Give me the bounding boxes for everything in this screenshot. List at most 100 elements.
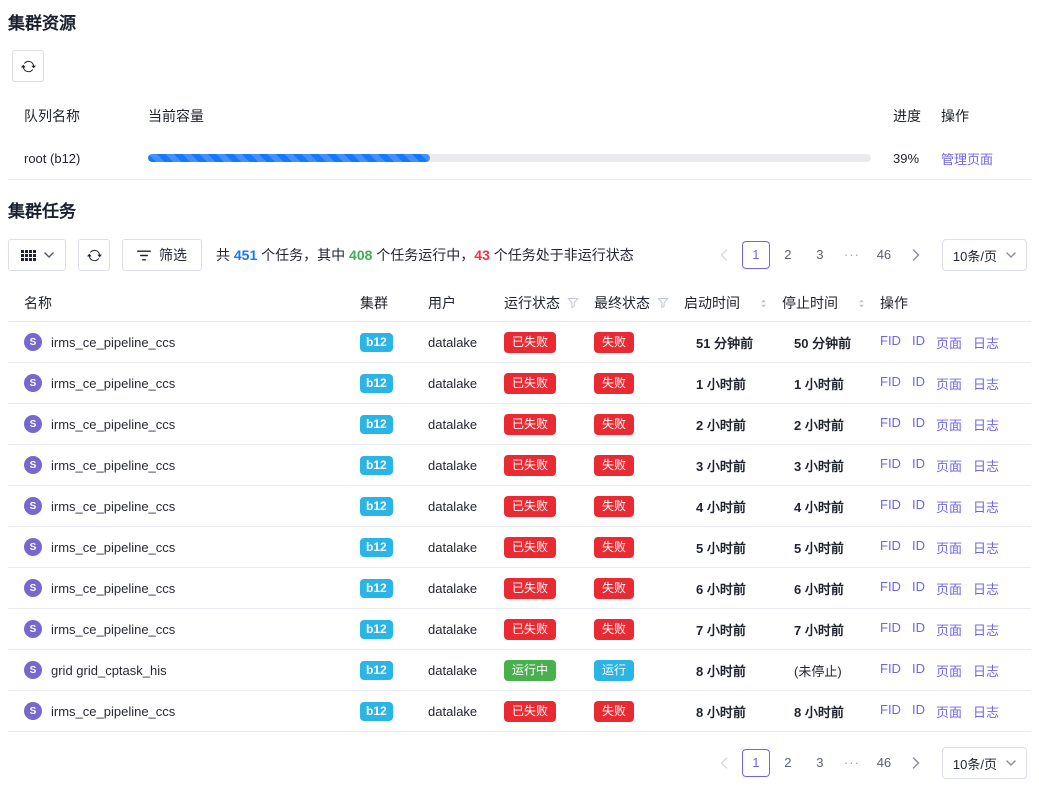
action-link-log[interactable]: 日志 bbox=[973, 702, 999, 721]
avatar: S bbox=[24, 702, 42, 720]
name-cell: S irms_ce_pipeline_ccs bbox=[8, 579, 352, 597]
action-link-page[interactable]: 页面 bbox=[936, 333, 962, 352]
action-link-fid[interactable]: FID bbox=[880, 333, 901, 352]
action-link-page[interactable]: 页面 bbox=[936, 661, 962, 680]
page-button-1[interactable]: 1 bbox=[742, 749, 770, 777]
running-count: 408 bbox=[349, 247, 372, 263]
page-button-3[interactable]: 3 bbox=[806, 241, 834, 269]
action-link-page[interactable]: 页面 bbox=[936, 415, 962, 434]
name-cell: S irms_ce_pipeline_ccs bbox=[8, 538, 352, 556]
user-cell: datalake bbox=[420, 499, 496, 514]
action-link-log[interactable]: 日志 bbox=[973, 538, 999, 557]
filter-button[interactable]: 筛选 bbox=[122, 239, 202, 271]
final-status-badge: 失败 bbox=[594, 332, 634, 353]
action-link-fid[interactable]: FID bbox=[880, 456, 901, 475]
stop-time: 1 小时前 bbox=[774, 374, 872, 393]
action-link-log[interactable]: 日志 bbox=[973, 661, 999, 680]
action-link-log[interactable]: 日志 bbox=[973, 456, 999, 475]
page-button-2[interactable]: 2 bbox=[774, 241, 802, 269]
next-page-button[interactable] bbox=[902, 749, 930, 777]
action-link-id[interactable]: ID bbox=[912, 620, 925, 639]
page-size-select[interactable]: 10条/页 bbox=[942, 239, 1027, 271]
sort-icon[interactable] bbox=[758, 298, 769, 309]
action-link-log[interactable]: 日志 bbox=[973, 374, 999, 393]
page-button-last[interactable]: 46 bbox=[870, 241, 898, 269]
action-link-fid[interactable]: FID bbox=[880, 702, 901, 721]
summary-text: 个任务运行中， bbox=[372, 247, 474, 263]
page-ellipsis[interactable]: ··· bbox=[838, 749, 866, 777]
resources-refresh-button[interactable] bbox=[12, 50, 44, 82]
progress-percent: 39% bbox=[871, 151, 933, 166]
action-link-page[interactable]: 页面 bbox=[936, 702, 962, 721]
task-name: irms_ce_pipeline_ccs bbox=[51, 499, 175, 514]
task-name: irms_ce_pipeline_ccs bbox=[51, 417, 175, 432]
action-link-id[interactable]: ID bbox=[912, 497, 925, 516]
prev-page-button[interactable] bbox=[710, 241, 738, 269]
page-ellipsis[interactable]: ··· bbox=[838, 241, 866, 269]
actions-cell: FID ID 页面日志 bbox=[872, 456, 1031, 475]
action-link-log[interactable]: 日志 bbox=[973, 579, 999, 598]
action-link-fid[interactable]: FID bbox=[880, 661, 901, 680]
page-button-3[interactable]: 3 bbox=[806, 749, 834, 777]
avatar-letter: S bbox=[30, 460, 37, 471]
action-link-page[interactable]: 页面 bbox=[936, 497, 962, 516]
header-action: 操作 bbox=[933, 106, 1031, 126]
action-link-id[interactable]: ID bbox=[912, 374, 925, 393]
avatar-letter: S bbox=[30, 706, 37, 717]
action-link-log[interactable]: 日志 bbox=[973, 497, 999, 516]
manage-page-link[interactable]: 管理页面 bbox=[941, 152, 993, 167]
table-row: S irms_ce_pipeline_ccs b12 datalake 已失败 … bbox=[8, 609, 1031, 650]
page-button-last[interactable]: 46 bbox=[870, 749, 898, 777]
funnel-filter-icon[interactable] bbox=[567, 297, 579, 309]
start-time-sort-icon[interactable] bbox=[758, 298, 769, 309]
action-link-page[interactable]: 页面 bbox=[936, 538, 962, 557]
run-status-filter-icon[interactable] bbox=[567, 297, 579, 309]
stop-time: (未停止) bbox=[774, 661, 872, 680]
tasks-refresh-button[interactable] bbox=[78, 239, 110, 271]
action-link-id[interactable]: ID bbox=[912, 456, 925, 475]
action-link-fid[interactable]: FID bbox=[880, 538, 901, 557]
action-link-id[interactable]: ID bbox=[912, 702, 925, 721]
action-link-page[interactable]: 页面 bbox=[936, 374, 962, 393]
action-link-fid[interactable]: FID bbox=[880, 415, 901, 434]
refresh-icon bbox=[87, 248, 102, 263]
action-link-log[interactable]: 日志 bbox=[973, 415, 999, 434]
stop-time: 7 小时前 bbox=[774, 620, 872, 639]
action-link-page[interactable]: 页面 bbox=[936, 579, 962, 598]
action-link-id[interactable]: ID bbox=[912, 415, 925, 434]
action-link-fid[interactable]: FID bbox=[880, 374, 901, 393]
action-link-fid[interactable]: FID bbox=[880, 497, 901, 516]
stop-time-sort-icon[interactable] bbox=[856, 298, 867, 309]
cluster-badge: b12 bbox=[360, 374, 393, 393]
chevron-down-icon bbox=[1006, 252, 1016, 258]
page-size-select[interactable]: 10条/页 bbox=[942, 747, 1027, 779]
prev-page-button[interactable] bbox=[710, 749, 738, 777]
action-link-fid[interactable]: FID bbox=[880, 579, 901, 598]
run-status-badge: 已失败 bbox=[504, 332, 556, 353]
sort-icon[interactable] bbox=[856, 298, 867, 309]
page-button-1[interactable]: 1 bbox=[742, 241, 770, 269]
start-time: 1 小时前 bbox=[676, 374, 774, 393]
action-link-log[interactable]: 日志 bbox=[973, 620, 999, 639]
action-link-log[interactable]: 日志 bbox=[973, 333, 999, 352]
final-status-filter-icon[interactable] bbox=[657, 297, 669, 309]
action-link-id[interactable]: ID bbox=[912, 661, 925, 680]
funnel-filter-icon[interactable] bbox=[657, 297, 669, 309]
final-status-badge: 失败 bbox=[594, 701, 634, 722]
action-link-id[interactable]: ID bbox=[912, 579, 925, 598]
capacity-progress-bar bbox=[148, 154, 871, 162]
action-link-fid[interactable]: FID bbox=[880, 620, 901, 639]
header-cluster: 集群 bbox=[352, 293, 420, 313]
action-link-id[interactable]: ID bbox=[912, 333, 925, 352]
actions-cell: FID ID 页面日志 bbox=[872, 538, 1031, 557]
progress-track bbox=[148, 154, 871, 162]
next-page-button[interactable] bbox=[902, 241, 930, 269]
tasks-summary: 共 451 个任务，其中 408 个任务运行中，43 个任务处于非运行状态 bbox=[216, 245, 634, 265]
column-settings-button[interactable] bbox=[8, 239, 66, 271]
stop-time: 5 小时前 bbox=[774, 538, 872, 557]
table-row: S irms_ce_pipeline_ccs b12 datalake 已失败 … bbox=[8, 568, 1031, 609]
action-link-page[interactable]: 页面 bbox=[936, 620, 962, 639]
action-link-id[interactable]: ID bbox=[912, 538, 925, 557]
page-button-2[interactable]: 2 bbox=[774, 749, 802, 777]
action-link-page[interactable]: 页面 bbox=[936, 456, 962, 475]
